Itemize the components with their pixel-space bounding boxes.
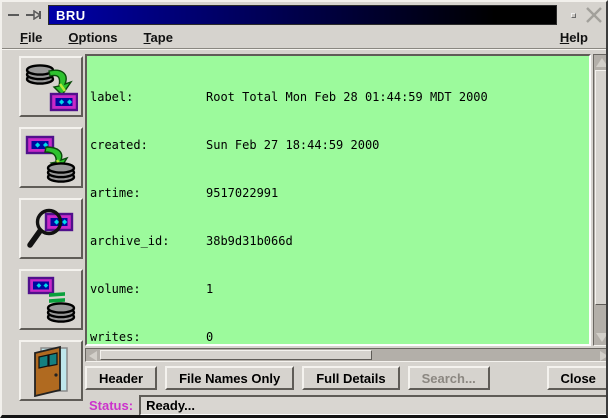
menu-help[interactable]: Help [554, 28, 594, 47]
full-details-button[interactable]: Full Details [302, 366, 399, 390]
detail-row: archive_id:38b9d31b066d [90, 233, 589, 249]
detail-label: artime: [90, 185, 206, 201]
horizontal-scrollbar[interactable] [85, 348, 608, 362]
tape-equals-disk-icon [24, 275, 78, 325]
file-names-only-button[interactable]: File Names Only [165, 366, 294, 390]
title-strip[interactable]: BRU [48, 5, 557, 25]
compare-button[interactable] [19, 269, 83, 330]
view-buttons-row: Header File Names Only Full Details Sear… [85, 366, 608, 390]
content-column: label:Root Total Mon Feb 28 01:44:59 MDT… [83, 50, 608, 416]
menu-file[interactable]: File [14, 28, 48, 47]
open-door-icon [24, 345, 78, 397]
detail-value: 9517022991 [206, 185, 589, 201]
magnifier-tape-icon [24, 204, 78, 254]
disk-to-tape-arrow-icon [24, 62, 78, 112]
backup-button[interactable] [19, 56, 83, 117]
detail-row: writes:0 [90, 329, 589, 345]
vertical-scroll-thumb[interactable] [595, 70, 608, 305]
horizontal-scroll-thumb[interactable] [100, 350, 372, 360]
detail-value: 0 [206, 329, 589, 345]
scroll-left-icon[interactable] [89, 351, 97, 361]
detail-label: volume: [90, 281, 206, 297]
detail-value: Sun Feb 27 18:44:59 2000 [206, 137, 589, 153]
scroll-down-icon[interactable] [596, 333, 608, 342]
status-label: Status: [89, 398, 133, 413]
pin-icon[interactable] [25, 6, 43, 24]
sidebar-toolbar [2, 50, 83, 416]
menu-options[interactable]: Options [62, 28, 123, 47]
window-title: BRU [56, 8, 86, 23]
detail-label: created: [90, 137, 206, 153]
detail-value: 38b9d31b066d [206, 233, 589, 249]
restore-button[interactable] [19, 127, 83, 188]
status-bar: Status: Ready... [85, 395, 608, 416]
close-icon[interactable] [585, 6, 603, 24]
menubar: File Options Tape Help [2, 27, 606, 49]
search-button[interactable]: Search... [408, 366, 490, 390]
detail-row: created:Sun Feb 27 18:44:59 2000 [90, 137, 589, 153]
status-value: Ready... [146, 398, 195, 413]
detail-label: writes: [90, 329, 206, 345]
header-button[interactable]: Header [85, 366, 157, 390]
close-button[interactable]: Close [547, 366, 608, 390]
detail-label: archive_id: [90, 233, 206, 249]
menu-tape[interactable]: Tape [138, 28, 179, 47]
minimize-icon[interactable] [5, 6, 23, 24]
detail-row: volume:1 [90, 281, 589, 297]
detail-value: Root Total Mon Feb 28 01:44:59 MDT 2000 [206, 89, 589, 105]
scroll-right-icon[interactable] [600, 351, 608, 361]
main-area: label:Root Total Mon Feb 28 01:44:59 MDT… [2, 49, 606, 416]
view-row: label:Root Total Mon Feb 28 01:44:59 MDT… [85, 54, 608, 346]
vertical-scrollbar[interactable] [593, 54, 608, 346]
scroll-up-icon[interactable] [596, 58, 608, 67]
detail-row: label:Root Total Mon Feb 28 01:44:59 MDT… [90, 89, 589, 105]
exit-button[interactable] [19, 340, 83, 401]
detail-label: label: [90, 89, 206, 105]
close-x-glyph [585, 6, 603, 24]
tape-to-disk-arrow-icon [24, 133, 78, 183]
detail-value: 1 [206, 281, 589, 297]
status-field: Ready... [139, 395, 608, 416]
archive-details-view: label:Root Total Mon Feb 28 01:44:59 MDT… [85, 54, 591, 346]
maximize-dot-icon[interactable] [571, 13, 576, 18]
minimize-glyph [7, 10, 21, 20]
pin-glyph [26, 10, 42, 20]
verify-button[interactable] [19, 198, 83, 259]
detail-row: artime:9517022991 [90, 185, 589, 201]
bru-window: BRU File Options Tape Help [0, 0, 608, 418]
titlebar: BRU [4, 3, 604, 27]
